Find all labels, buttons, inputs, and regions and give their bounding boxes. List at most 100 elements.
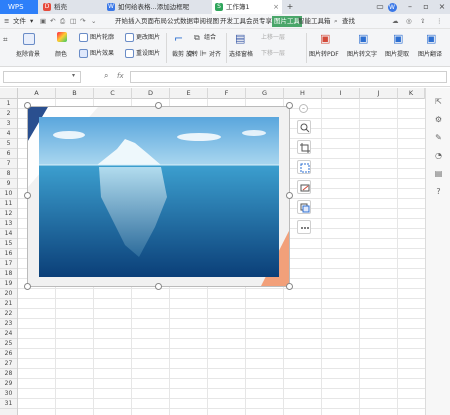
column-header-cell[interactable]: D — [132, 88, 170, 99]
crop-label[interactable]: 裁剪 — [172, 51, 184, 59]
share-icon[interactable]: ⇪ — [420, 16, 425, 27]
column-header-cell[interactable]: J — [360, 88, 398, 99]
resize-handle-bottom-left[interactable] — [24, 283, 31, 290]
shapes-icon[interactable]: ◔ — [433, 150, 444, 161]
resize-handle-right[interactable] — [286, 192, 293, 199]
column-header-cell[interactable]: F — [208, 88, 246, 99]
crop-icon[interactable] — [297, 140, 311, 154]
menu-developer[interactable]: 开发工具 — [220, 16, 246, 27]
menu-member[interactable]: 会员专享 — [246, 16, 272, 27]
select-icon[interactable] — [297, 160, 311, 174]
row-header-cell[interactable]: 24 — [0, 329, 17, 339]
color-label[interactable]: 颜色 — [55, 51, 67, 59]
close-tab-icon[interactable]: × — [273, 0, 279, 14]
preview-icon[interactable]: ◫ — [70, 16, 76, 27]
change-picture-label[interactable]: 更改图片 — [136, 34, 160, 42]
pic-to-pdf-label[interactable]: 图片转PDF — [309, 51, 339, 59]
selection-pane-icon[interactable]: ▤ — [235, 32, 245, 45]
more-icon[interactable]: ⌄ — [91, 16, 96, 27]
row-header-cell[interactable]: 3 — [0, 119, 17, 129]
row-header-cell[interactable]: 27 — [0, 359, 17, 369]
row-header-cell[interactable]: 5 — [0, 139, 17, 149]
pic-to-text-icon[interactable]: ▣ — [358, 32, 368, 45]
color-icon[interactable] — [57, 32, 67, 42]
collapse-icon[interactable]: – — [299, 104, 308, 113]
remove-bg-label[interactable]: 抠除背景 — [16, 51, 40, 59]
collab-icon[interactable]: ◎ — [406, 16, 412, 27]
row-header-cell[interactable]: 6 — [0, 149, 17, 159]
row-header-cell[interactable]: 28 — [0, 369, 17, 379]
group-icon[interactable]: ⧉ — [194, 33, 200, 43]
row-header-cell[interactable]: 14 — [0, 229, 17, 239]
tab-workbook[interactable]: S 工作簿1 × — [212, 0, 282, 14]
column-header-cell[interactable]: I — [322, 88, 360, 99]
reset-picture-icon[interactable] — [125, 49, 134, 58]
row-header-cell[interactable]: 4 — [0, 129, 17, 139]
style-icon[interactable]: ✎ — [433, 132, 444, 143]
close-window-icon[interactable]: × — [436, 0, 448, 14]
column-header-cell[interactable]: G — [246, 88, 284, 99]
name-box-dropdown-icon[interactable]: ▾ — [72, 72, 75, 79]
row-header-cell[interactable]: 10 — [0, 189, 17, 199]
pic-translate-icon[interactable]: ▣ — [426, 32, 436, 45]
pic-to-pdf-icon[interactable]: ▣ — [320, 32, 330, 45]
edit-icon[interactable] — [297, 180, 311, 194]
name-box[interactable] — [3, 71, 81, 83]
row-header-cell[interactable]: 15 — [0, 239, 17, 249]
menu-review[interactable]: 审阅 — [193, 16, 206, 27]
pic-to-text-label[interactable]: 图片转文字 — [347, 51, 377, 59]
menu-formulas[interactable]: 公式 — [167, 16, 180, 27]
row-header-cell[interactable]: 21 — [0, 299, 17, 309]
tab-document[interactable]: W 如何给表格...添加边框呢 — [104, 0, 210, 14]
menu-page-layout[interactable]: 页面布局 — [141, 16, 167, 27]
column-header-cell[interactable]: C — [94, 88, 132, 99]
row-header-cell[interactable]: 18 — [0, 269, 17, 279]
row-header-cell[interactable]: 1 — [0, 99, 17, 109]
row-header-cell[interactable]: 11 — [0, 199, 17, 209]
row-header-cell[interactable]: 29 — [0, 379, 17, 389]
align-icon[interactable]: ⊫ — [200, 49, 207, 58]
reset-picture-label[interactable]: 重设图片 — [136, 50, 160, 58]
bring-forward-label[interactable]: 上移一层 — [261, 34, 285, 42]
help-icon[interactable]: ? — [433, 186, 444, 197]
column-header-cell[interactable]: B — [56, 88, 94, 99]
row-header-cell[interactable]: 2 — [0, 109, 17, 119]
outline-icon[interactable] — [79, 33, 88, 42]
row-header-cell[interactable]: 22 — [0, 309, 17, 319]
maximize-icon[interactable]: ▫ — [420, 0, 432, 14]
search-label[interactable]: 查找 — [342, 16, 355, 27]
menu-smart-tools[interactable]: 智能工具箱 — [298, 16, 331, 27]
column-header-cell[interactable]: E — [170, 88, 208, 99]
outline-label[interactable]: 图片轮廓 — [90, 34, 114, 42]
menu-view[interactable]: 视图 — [206, 16, 219, 27]
row-header-cell[interactable]: 13 — [0, 219, 17, 229]
menu-more-icon[interactable]: ⋮ — [436, 16, 443, 27]
row-header-cell[interactable]: 17 — [0, 259, 17, 269]
row-header-cell[interactable]: 8 — [0, 169, 17, 179]
formula-input[interactable] — [130, 71, 447, 83]
wps-menu-button[interactable]: WPS — [0, 0, 38, 14]
add-tab-icon[interactable]: + — [284, 0, 296, 14]
redo-icon[interactable]: ↷ — [80, 16, 85, 27]
row-header-cell[interactable]: 30 — [0, 389, 17, 399]
save-icon[interactable]: ▣ — [40, 16, 46, 27]
rotate-label[interactable]: 旋转 — [186, 51, 198, 59]
align-label[interactable]: 对齐 — [209, 51, 221, 59]
undo-icon[interactable]: ↶ — [50, 16, 55, 27]
pointer-icon[interactable]: ⇱ — [433, 96, 444, 107]
crop-icon[interactable]: ⌐ — [174, 32, 183, 45]
pic-extract-label[interactable]: 图片提取 — [385, 51, 409, 59]
row-header-cell[interactable]: 9 — [0, 179, 17, 189]
convert-icon[interactable] — [297, 200, 311, 214]
row-header-cell[interactable]: 31 — [0, 399, 17, 409]
effects-label[interactable]: 图片效果 — [90, 50, 114, 58]
zoom-icon[interactable] — [297, 120, 311, 134]
select-all-corner[interactable] — [0, 88, 18, 99]
resize-handle-bottom-right[interactable] — [286, 283, 293, 290]
inserted-picture[interactable] — [27, 106, 290, 287]
row-header-cell[interactable]: 23 — [0, 319, 17, 329]
print-icon[interactable]: ⎙ — [60, 16, 65, 27]
hamburger-icon[interactable]: ≡ — [4, 16, 9, 27]
column-header-cell[interactable]: K — [398, 88, 425, 99]
resize-handle-top-left[interactable] — [24, 102, 31, 109]
